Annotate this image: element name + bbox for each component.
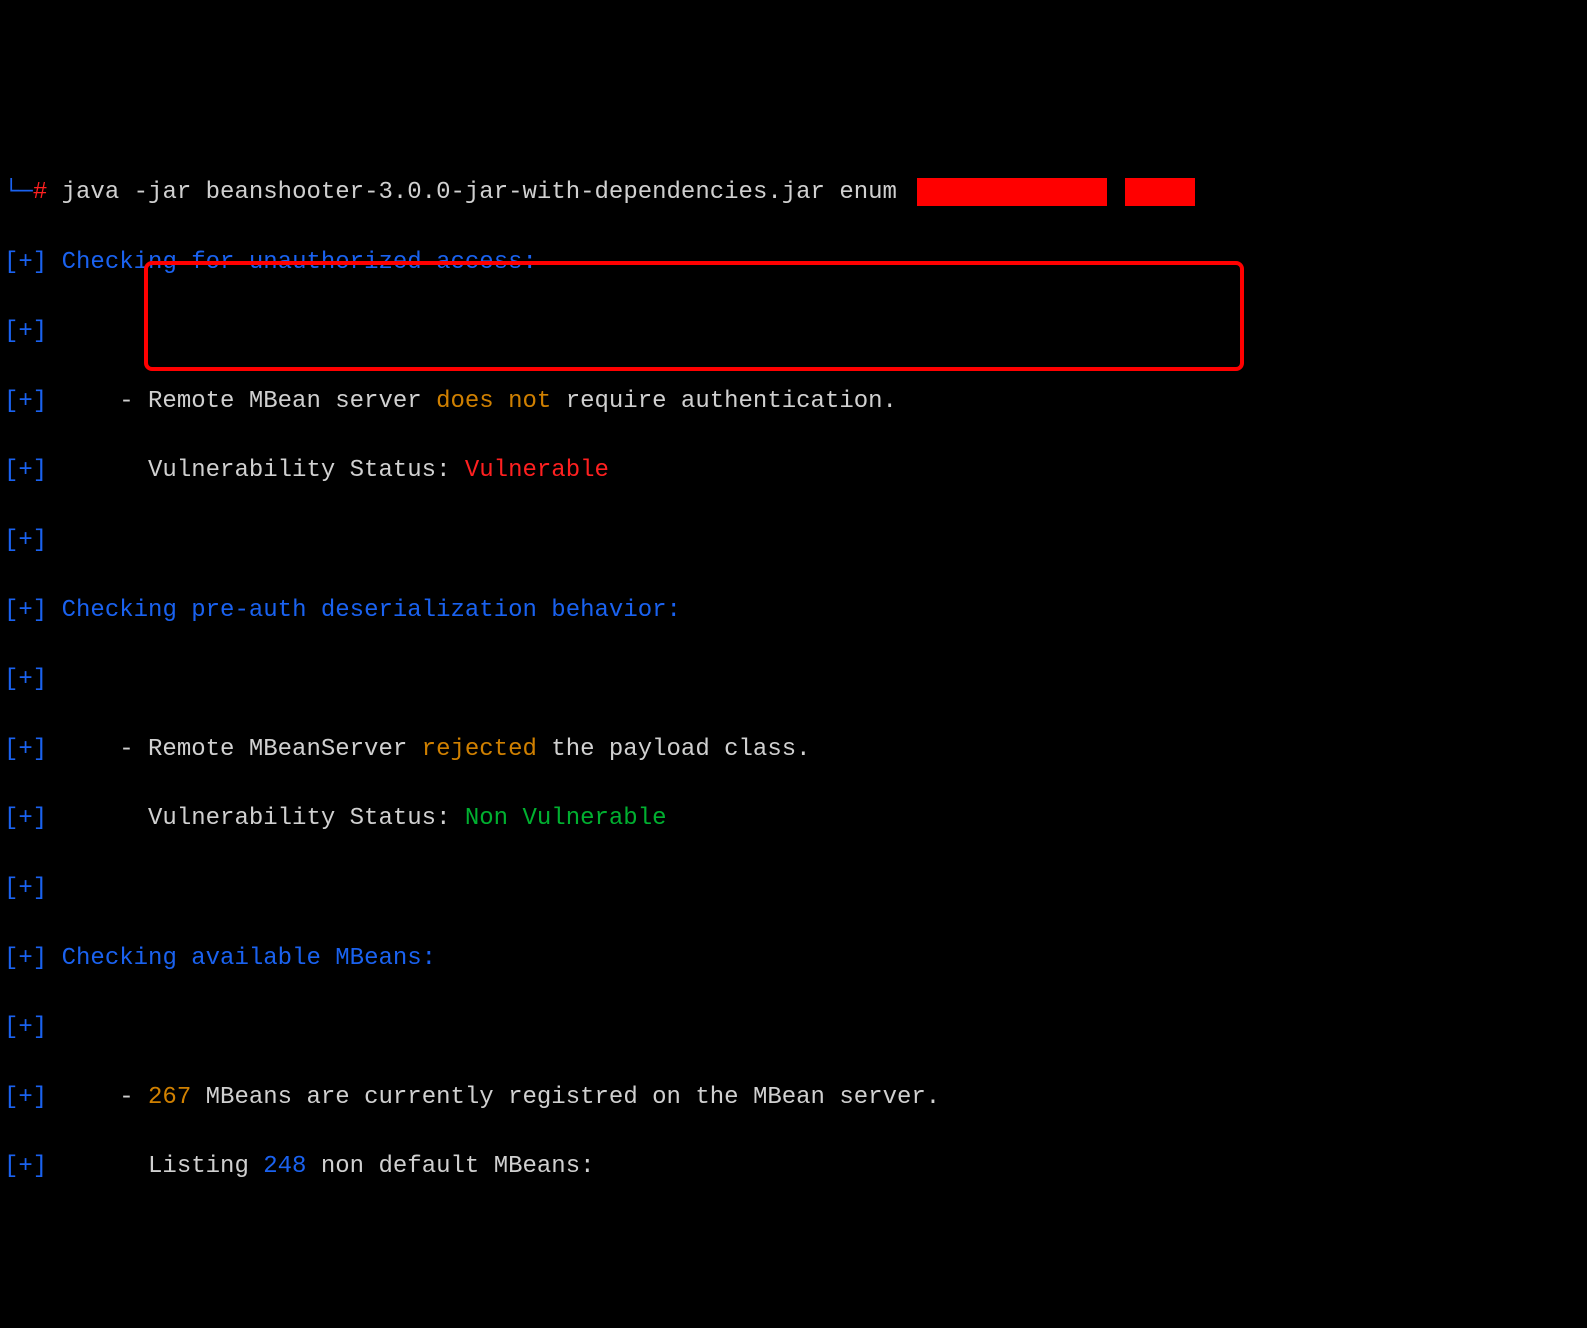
plus-prefix: [+] bbox=[4, 945, 47, 972]
output-line: [+] - 267 MBeans are currently registred… bbox=[4, 1081, 1583, 1116]
finding-text: require authentication. bbox=[551, 388, 897, 415]
status-non-vulnerable: Non Vulnerable bbox=[465, 805, 667, 832]
output-line: [+] Checking for unauthorized access: bbox=[4, 246, 1583, 281]
plus-prefix: [+] bbox=[4, 1014, 47, 1041]
output-line: [+] - Remote MBeanServer rejected the pa… bbox=[4, 733, 1583, 768]
plus-prefix: [+] bbox=[4, 805, 47, 832]
command-text: java -jar beanshooter-3.0.0-jar-with-dep… bbox=[62, 179, 912, 206]
section-header-deserial: Checking pre-auth deserialization behavi… bbox=[62, 597, 681, 624]
finding-text: - Remote MBeanServer bbox=[47, 736, 421, 763]
finding-text: - Remote MBean server bbox=[47, 388, 436, 415]
plus-prefix: [+] bbox=[4, 527, 47, 554]
finding-highlight: does not bbox=[436, 388, 551, 415]
command-line: └─# java -jar beanshooter-3.0.0-jar-with… bbox=[4, 176, 1583, 211]
output-line: [+] Vulnerability Status: Vulnerable bbox=[4, 454, 1583, 489]
output-line: [+] Checking pre-auth deserialization be… bbox=[4, 594, 1583, 629]
output-line: [+] Listing 248 non default MBeans: bbox=[4, 1150, 1583, 1185]
plus-prefix: [+] bbox=[4, 597, 47, 624]
section-header-unauth: Checking for unauthorized access: bbox=[62, 249, 537, 276]
status-label: Vulnerability Status: bbox=[47, 457, 465, 484]
finding-text: - bbox=[47, 1084, 148, 1111]
output-line: [+] bbox=[4, 872, 1583, 907]
listing-text: non default MBeans: bbox=[306, 1153, 594, 1180]
plus-prefix: [+] bbox=[4, 318, 47, 345]
plus-prefix: [+] bbox=[4, 875, 47, 902]
listing-text: Listing bbox=[47, 1153, 263, 1180]
mbean-count: 267 bbox=[148, 1084, 191, 1111]
plus-prefix: [+] bbox=[4, 1153, 47, 1180]
output-line: [+] - Remote MBean server does not requi… bbox=[4, 385, 1583, 420]
section-header-mbeans: Checking available MBeans: bbox=[62, 945, 436, 972]
finding-highlight: rejected bbox=[422, 736, 537, 763]
output-line: [+] bbox=[4, 315, 1583, 350]
output-line: [+] bbox=[4, 1011, 1583, 1046]
output-line: [+] Vulnerability Status: Non Vulnerable bbox=[4, 802, 1583, 837]
plus-prefix: [+] bbox=[4, 666, 47, 693]
finding-text: MBeans are currently registred on the MB… bbox=[191, 1084, 940, 1111]
plus-prefix: [+] bbox=[4, 249, 47, 276]
status-label: Vulnerability Status: bbox=[47, 805, 465, 832]
redacted-port bbox=[1125, 178, 1195, 206]
finding-text: the payload class. bbox=[537, 736, 811, 763]
plus-prefix: [+] bbox=[4, 1084, 47, 1111]
redacted-host bbox=[917, 178, 1107, 206]
non-default-count: 248 bbox=[263, 1153, 306, 1180]
output-line: [+] bbox=[4, 663, 1583, 698]
status-vulnerable: Vulnerable bbox=[465, 457, 609, 484]
output-line: [+] Checking available MBeans: bbox=[4, 942, 1583, 977]
terminal-output: └─# java -jar beanshooter-3.0.0-jar-with… bbox=[4, 141, 1583, 1255]
plus-prefix: [+] bbox=[4, 457, 47, 484]
prompt-corner-icon: └─ bbox=[4, 179, 33, 206]
plus-prefix: [+] bbox=[4, 388, 47, 415]
output-line: [+] bbox=[4, 524, 1583, 559]
prompt-hash-icon: # bbox=[33, 179, 47, 206]
plus-prefix: [+] bbox=[4, 736, 47, 763]
